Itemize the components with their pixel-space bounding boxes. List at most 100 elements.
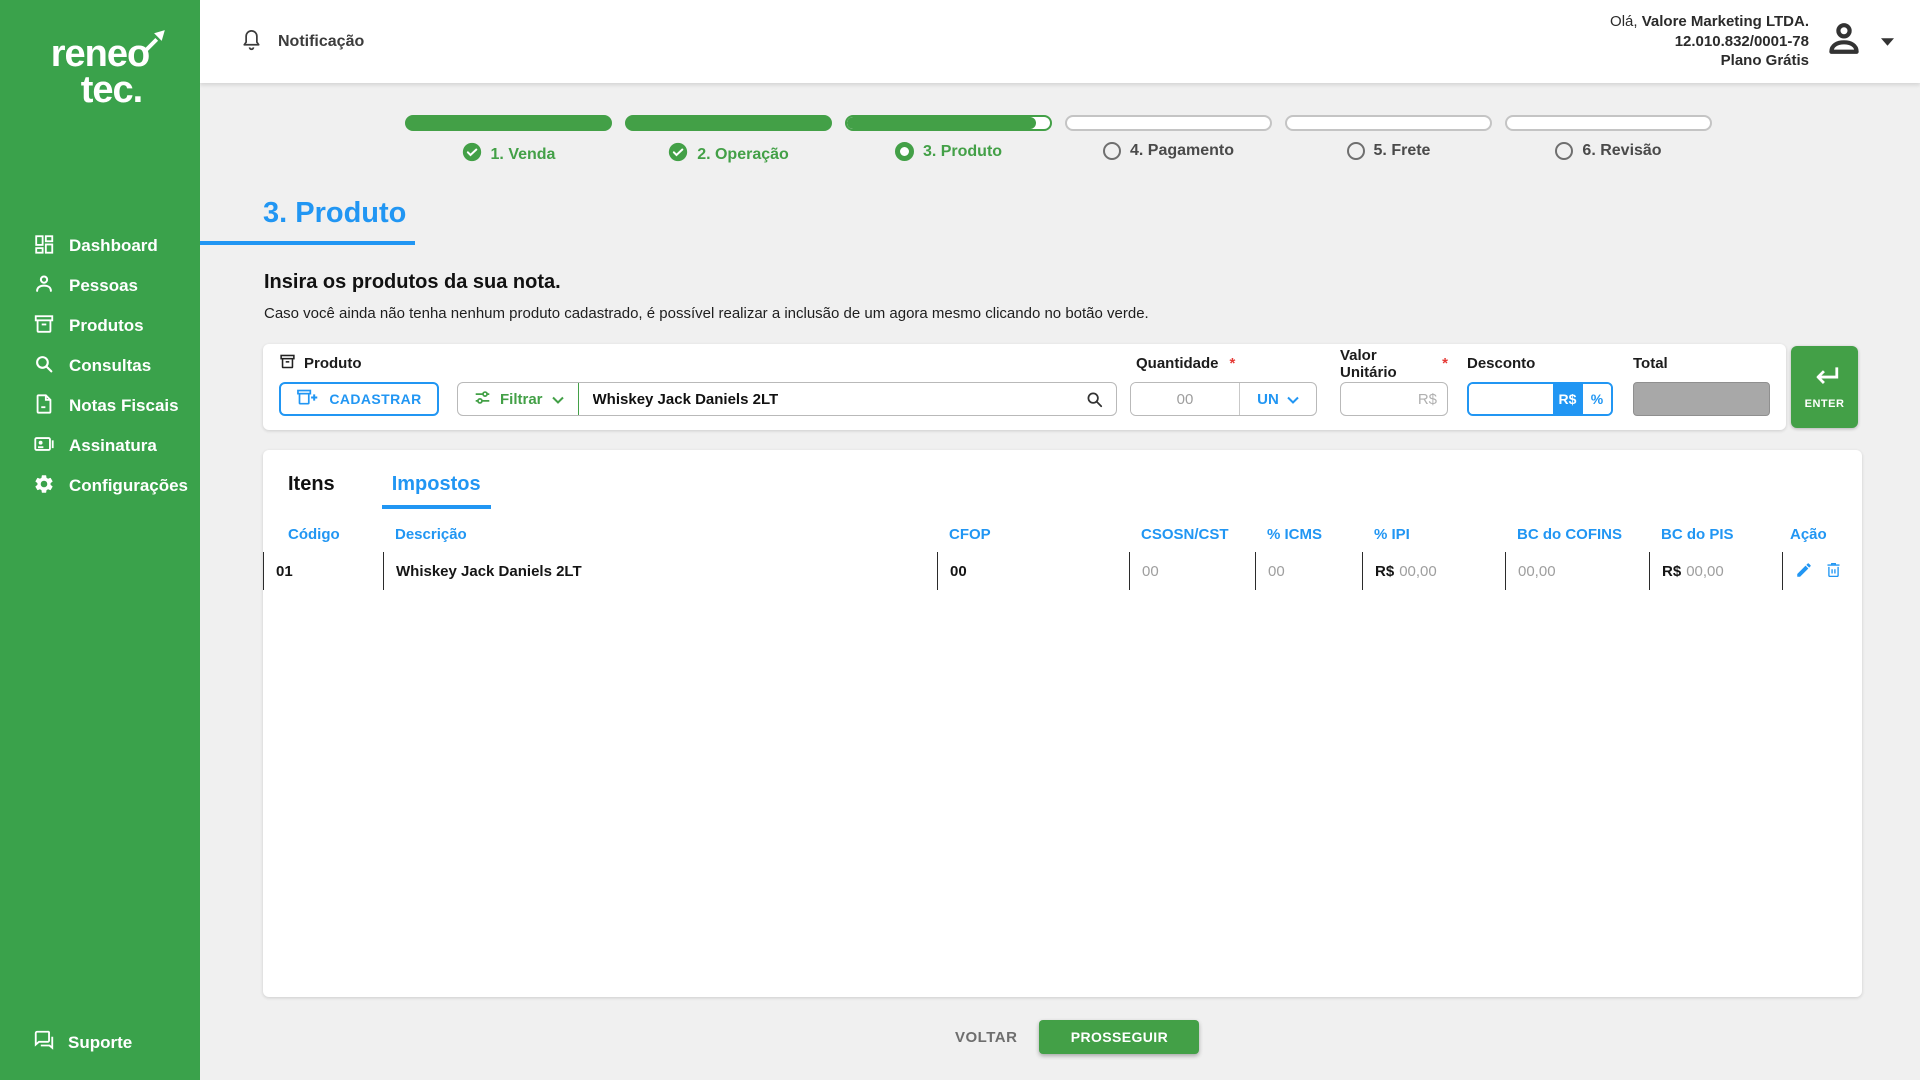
required-marker: * — [1442, 355, 1448, 372]
tab-itens[interactable]: Itens — [288, 473, 335, 509]
product-box-icon — [279, 353, 296, 374]
step-revisao[interactable]: 6. Revisão — [1505, 115, 1712, 167]
sidebar-item-label: Dashboard — [69, 236, 158, 256]
cell-bc-cofins: 00,00 — [1505, 552, 1649, 590]
unit-price-input[interactable] — [1340, 382, 1448, 416]
column-header-cfop: CFOP — [937, 526, 1129, 552]
product-search-input[interactable] — [579, 383, 1081, 415]
cadastrar-button[interactable]: CADASTRAR — [279, 382, 439, 416]
sidebar-item-configuracoes[interactable]: Configurações — [0, 466, 200, 506]
page-title: 3. Produto — [263, 197, 1920, 230]
step-label: 1. Venda — [491, 146, 556, 164]
section-subheading: Caso você ainda não tenha nenhum produto… — [264, 305, 1920, 322]
product-field-label: Produto — [304, 355, 362, 372]
cell-acao — [1782, 552, 1862, 590]
currency-prefix: R$ — [1662, 563, 1681, 580]
sidebar-item-label: Notas Fiscais — [69, 396, 179, 416]
subscription-card-icon — [33, 433, 55, 460]
sidebar-item-assinatura[interactable]: Assinatura — [0, 426, 200, 466]
company-name: Valore Marketing LTDA. — [1642, 13, 1809, 30]
section-heading: Insira os produtos da sua nota. — [264, 271, 1920, 294]
step-pagamento[interactable]: 4. Pagamento — [1065, 115, 1272, 167]
quantity-input[interactable] — [1131, 383, 1239, 415]
edit-row-button[interactable] — [1795, 561, 1813, 582]
required-marker: * — [1230, 355, 1236, 372]
step-frete[interactable]: 5. Frete — [1285, 115, 1492, 167]
cell-cfop: 00 — [937, 552, 1129, 590]
discount-label: Desconto — [1467, 355, 1535, 372]
sidebar-item-dashboard[interactable]: Dashboard — [0, 226, 200, 266]
sidebar-item-produtos[interactable]: Produtos — [0, 306, 200, 346]
step-progress-bar — [845, 115, 1052, 131]
search-submit-button[interactable] — [1081, 390, 1116, 409]
cadastrar-label: CADASTRAR — [329, 391, 421, 407]
step-progress-bar — [625, 115, 832, 131]
chevron-down-icon — [1287, 391, 1299, 408]
step-label: 2. Operação — [697, 146, 789, 164]
items-tabs: Itens Impostos — [263, 450, 1862, 509]
radio-selected-icon — [895, 142, 914, 161]
notification-button[interactable]: Notificação — [240, 28, 364, 56]
discount-input[interactable] — [1469, 384, 1553, 414]
discount-percent-toggle[interactable]: % — [1582, 384, 1611, 414]
company-cnpj: 12.010.832/0001-78 — [1675, 33, 1809, 50]
total-label: Total — [1633, 355, 1668, 372]
sidebar: reneo tec. Dashboard Pessoas Produtos — [0, 0, 200, 1080]
wizard-footer: VOLTAR PROSSEGUIR — [955, 1020, 1920, 1054]
unit-value: UN — [1257, 391, 1279, 408]
column-header-icms: % ICMS — [1255, 526, 1362, 552]
step-progress-bar — [1285, 115, 1492, 131]
sidebar-item-label: Assinatura — [69, 436, 157, 456]
support-label: Suporte — [68, 1033, 132, 1053]
cell-csosn-cst: 00 — [1129, 552, 1255, 590]
delete-row-button[interactable] — [1825, 561, 1842, 582]
user-area: Olá, Valore Marketing LTDA. 12.010.832/0… — [1610, 12, 1894, 71]
product-form-row: Produto CADASTRAR Filt — [263, 344, 1920, 430]
column-header-csosn-cst: CSOSN/CST — [1129, 526, 1255, 552]
sidebar-item-pessoas[interactable]: Pessoas — [0, 266, 200, 306]
brand-logo-line2: tec. — [81, 72, 149, 108]
step-venda[interactable]: 1. Venda — [405, 115, 612, 167]
radio-empty-icon — [1347, 142, 1365, 160]
column-header-codigo: Código — [263, 526, 383, 552]
unit-dropdown[interactable]: UN — [1240, 383, 1316, 415]
notification-label: Notificação — [278, 33, 364, 51]
items-panel: Itens Impostos Código Descrição CFOP CSO… — [263, 450, 1862, 997]
step-label: 4. Pagamento — [1130, 142, 1234, 160]
check-circle-icon — [668, 142, 688, 167]
brand-logo: reneo tec. — [51, 36, 149, 108]
user-info: Olá, Valore Marketing LTDA. 12.010.832/0… — [1610, 12, 1809, 71]
sidebar-item-label: Produtos — [69, 316, 144, 336]
product-form-card: Produto CADASTRAR Filt — [263, 344, 1786, 430]
account-icon[interactable] — [1823, 18, 1865, 65]
document-icon — [33, 393, 55, 420]
enter-submit-button[interactable]: ENTER — [1791, 346, 1858, 428]
step-progress-bar — [405, 115, 612, 131]
enter-label: ENTER — [1805, 398, 1845, 410]
trash-icon — [1825, 561, 1842, 582]
prosseguir-button[interactable]: PROSSEGUIR — [1039, 1020, 1199, 1054]
chevron-down-icon — [552, 391, 564, 408]
step-produto[interactable]: 3. Produto — [845, 115, 1052, 167]
chevron-down-icon[interactable] — [1881, 33, 1894, 51]
cell-bc-pis: R$00,00 — [1649, 552, 1782, 590]
tab-impostos[interactable]: Impostos — [382, 473, 491, 509]
step-label: 6. Revisão — [1582, 142, 1661, 160]
voltar-button[interactable]: VOLTAR — [955, 1029, 1017, 1046]
filtrar-dropdown[interactable]: Filtrar — [458, 383, 578, 415]
column-header-bc-cofins: BC do COFINS — [1505, 526, 1649, 552]
gear-icon — [33, 473, 55, 500]
sidebar-item-suporte[interactable]: Suporte — [33, 1029, 132, 1056]
person-icon — [33, 273, 55, 300]
title-underline — [200, 241, 415, 245]
sidebar-item-consultas[interactable]: Consultas — [0, 346, 200, 386]
bell-icon — [240, 28, 263, 56]
sidebar-item-notas-fiscais[interactable]: Notas Fiscais — [0, 386, 200, 426]
total-readonly-box — [1633, 382, 1770, 416]
step-operacao[interactable]: 2. Operação — [625, 115, 832, 167]
step-label: 5. Frete — [1374, 142, 1431, 160]
discount-currency-toggle[interactable]: R$ — [1553, 384, 1582, 414]
chat-support-icon — [33, 1029, 55, 1056]
filter-search-group: Filtrar — [457, 382, 1117, 416]
cell-ipi: R$00,00 — [1362, 552, 1505, 590]
